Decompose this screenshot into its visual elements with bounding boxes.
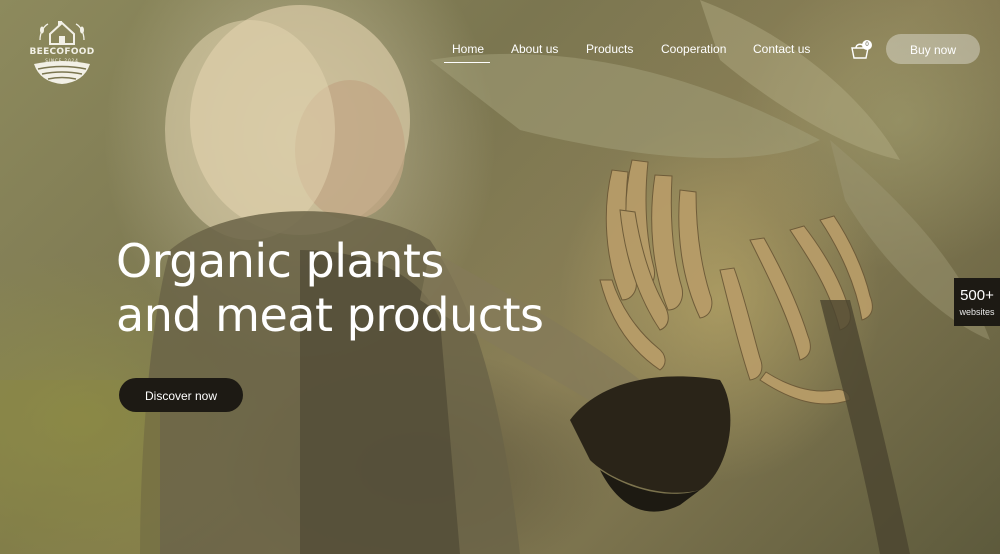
nav-item-cooperation[interactable]: Cooperation <box>661 42 726 56</box>
cart-count-badge: 0 <box>862 40 872 50</box>
nav-item-home[interactable]: Home <box>452 42 484 56</box>
hero-headline-line-1: Organic plants <box>116 234 444 288</box>
hero-headline-line-2: and meat products <box>116 288 544 342</box>
nav-item-contact-us[interactable]: Contact us <box>753 42 810 56</box>
hero-headline: Organic plants and meat products <box>116 234 544 342</box>
main-navigation: Home About us Products Cooperation Conta… <box>0 0 1000 100</box>
nav-active-underline <box>444 62 490 63</box>
discover-now-button[interactable]: Discover now <box>119 378 243 412</box>
websites-count-badge[interactable]: 500+ websites <box>954 278 1000 326</box>
websites-count: 500+ <box>960 287 994 304</box>
nav-item-products[interactable]: Products <box>586 42 633 56</box>
websites-label: websites <box>959 307 995 317</box>
nav-item-about-us[interactable]: About us <box>511 42 558 56</box>
buy-now-button[interactable]: Buy now <box>886 34 980 64</box>
